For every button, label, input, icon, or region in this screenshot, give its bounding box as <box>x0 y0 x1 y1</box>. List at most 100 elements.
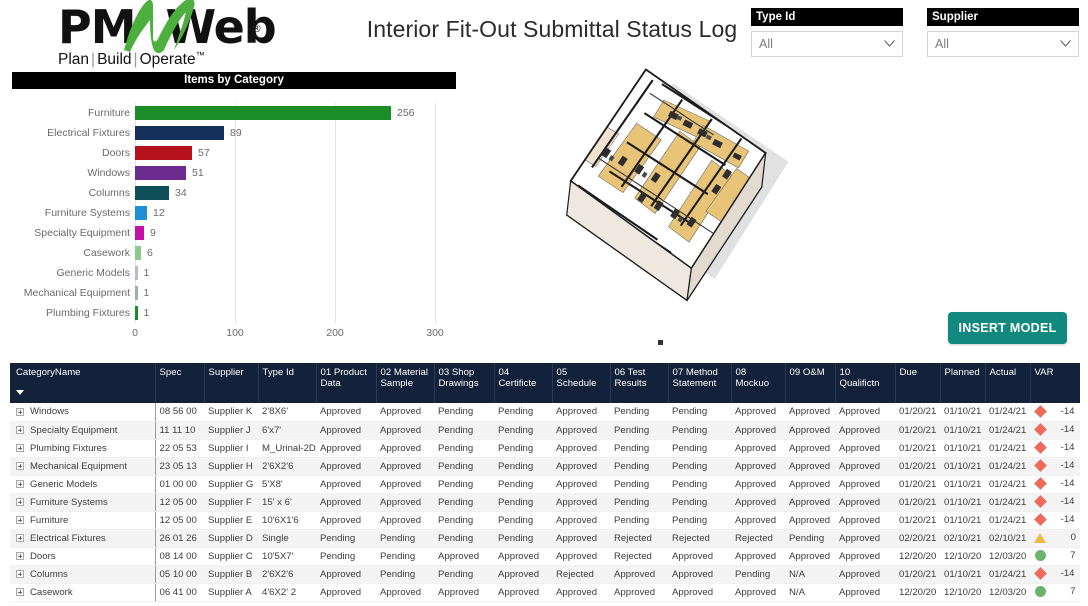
expand-row-icon[interactable] <box>16 497 24 506</box>
table-cell-var-value: 7 <box>1070 586 1076 598</box>
expand-row-icon[interactable] <box>16 461 24 470</box>
expand-row-icon[interactable] <box>16 443 24 452</box>
chart-bar[interactable] <box>135 106 391 120</box>
table-cell-due: 01/20/21 <box>895 493 940 512</box>
table-row[interactable]: Doors 08 14 00 Supplier C 10'5X7' Pending Pen… <box>10 547 1080 566</box>
chart-bar-row[interactable]: Generic Models 1 <box>56 263 435 283</box>
chart-bar[interactable] <box>135 186 169 200</box>
table-cell-c05: Approved <box>552 475 610 494</box>
table-column-header[interactable]: 02 Material Sample <box>376 363 435 403</box>
expand-row-icon[interactable] <box>16 515 24 524</box>
table-cell-c08: Approved <box>731 421 785 440</box>
chart-bar[interactable] <box>135 146 192 160</box>
chart-bar-row[interactable]: Furniture Systems 12 <box>45 203 435 223</box>
chart-bar-row[interactable]: Windows 51 <box>87 163 435 183</box>
table-cell-type-id: 2'6X2'6 <box>258 565 316 584</box>
chart-bar[interactable] <box>135 306 138 320</box>
table-cell-c01: Approved <box>316 475 376 494</box>
table-cell-c09: Approved <box>785 439 835 458</box>
table-cell-spec: 23 05 13 <box>155 457 204 476</box>
chart-category-label: Specialty Equipment <box>34 227 130 239</box>
table-row[interactable]: Generic Models 01 00 00 Supplier G 5'X8' App… <box>10 475 1080 494</box>
table-column-header[interactable]: Supplier <box>204 363 259 403</box>
table-column-header[interactable]: 07 Method Statement <box>668 363 732 403</box>
table-column-header[interactable]: 10 Qualifictn <box>835 363 896 403</box>
table-column-header-label: 02 Material Sample <box>380 367 428 389</box>
insert-model-button[interactable]: INSERT MODEL <box>948 312 1067 344</box>
chart-bar-row[interactable]: Plumbing Fixtures 1 <box>46 303 435 323</box>
table-cell-var-value: -14 <box>1060 478 1075 490</box>
chart-bar-row[interactable]: Electrical Fixtures 89 <box>47 123 435 143</box>
table-cell-c05: Approved <box>552 439 610 458</box>
chart-bar[interactable] <box>135 286 138 300</box>
expand-row-icon[interactable] <box>16 407 24 416</box>
expand-row-icon[interactable] <box>16 479 24 488</box>
table-column-header[interactable]: 03 Shop Drawings <box>434 363 495 403</box>
chart-bar-row[interactable]: Casework 6 <box>83 243 435 263</box>
chart-bar[interactable] <box>135 126 224 140</box>
table-row[interactable]: Mechanical Equipment 23 05 13 Supplier H 2'… <box>10 457 1080 476</box>
bim-model-viewer[interactable] <box>500 40 830 360</box>
table-column-header[interactable]: VAR <box>1030 363 1080 403</box>
table-cell-c08: Approved <box>731 493 785 512</box>
table-column-header[interactable]: Type Id <box>258 363 317 403</box>
table-column-header-label: 10 Qualifictn <box>839 367 880 389</box>
table-column-header[interactable]: CategoryName <box>10 363 156 403</box>
table-cell-planned: 01/10/21 <box>940 403 985 422</box>
table-column-header[interactable]: 08 Mockuo <box>731 363 786 403</box>
chart-bar-row[interactable]: Mechanical Equipment 1 <box>24 283 435 303</box>
table-row[interactable]: Windows 08 56 00 Supplier K 2'8X6' Approved A… <box>10 403 1080 422</box>
table-column-header[interactable]: 04 Certificte <box>494 363 553 403</box>
table-column-header[interactable]: 05 Schedule <box>552 363 611 403</box>
chart-bar[interactable] <box>135 206 147 220</box>
chart-gridline <box>435 103 436 323</box>
table-column-header[interactable]: Actual <box>985 363 1031 403</box>
table-column-header-label: 06 Test Results <box>614 367 647 389</box>
table-row[interactable]: Specialty Equipment 11 11 10 Supplier J 6'x… <box>10 421 1080 440</box>
table-column-header[interactable]: 01 Product Data <box>316 363 377 403</box>
table-cell-var-value: -14 <box>1060 406 1075 418</box>
table-cell-c06: Rejected <box>610 547 668 566</box>
table-cell-category-label: Furniture <box>30 514 69 526</box>
submittal-status-table[interactable]: CategoryName Spec Supplier Type Id 01 Produc… <box>10 363 1080 606</box>
chart-bar-row[interactable]: Furniture 256 <box>88 103 435 123</box>
chart-bar-value: 9 <box>150 227 156 239</box>
table-cell-c06: Pending <box>610 421 668 440</box>
expand-row-icon[interactable] <box>16 533 24 542</box>
table-row[interactable]: Plumbing Fixtures 22 05 53 Supplier I M_Uri… <box>10 439 1080 458</box>
slicer-supplier-dropdown[interactable]: All <box>927 31 1079 57</box>
table-cell-category: Casework <box>10 583 156 602</box>
chart-bar[interactable] <box>135 226 144 240</box>
expand-row-icon[interactable] <box>16 569 24 578</box>
table-row[interactable]: Columns 05 10 00 Supplier B 2'6X2'6 Approved… <box>10 565 1080 584</box>
table-column-header[interactable]: Spec <box>155 363 205 403</box>
table-row[interactable]: Furniture 12 05 00 Supplier E 10'6X1'6 Appro… <box>10 511 1080 530</box>
expand-row-icon[interactable] <box>16 551 24 560</box>
chart-bar-row[interactable]: Columns 34 <box>89 183 435 203</box>
table-column-header[interactable]: Planned <box>940 363 986 403</box>
table-cell-c05: Approved <box>552 583 610 602</box>
table-row[interactable]: Casework 06 41 00 Supplier A 4'6X2' 2 Approv… <box>10 583 1080 602</box>
chart-bar-row[interactable]: Specialty Equipment 9 <box>34 223 435 243</box>
table-cell-due: 01/20/21 <box>895 421 940 440</box>
table-row[interactable]: Electrical Fixtures 26 01 26 Supplier D Sin… <box>10 529 1080 548</box>
table-cell-var-value: -14 <box>1060 424 1075 436</box>
table-cell-actual: 01/24/21 <box>985 403 1030 422</box>
expand-row-icon[interactable] <box>16 425 24 434</box>
chart-bar-row[interactable]: Doors 57 <box>102 143 435 163</box>
table-cell-type-id: Single <box>258 529 316 548</box>
table-column-header-label: 04 Certificte <box>498 367 537 389</box>
table-column-header-label: VAR <box>1034 367 1054 378</box>
expand-row-icon[interactable] <box>16 587 24 596</box>
table-cell-c01: Approved <box>316 511 376 530</box>
chart-bar[interactable] <box>135 246 141 260</box>
chart-bar[interactable] <box>135 166 186 180</box>
table-column-header[interactable]: 06 Test Results <box>610 363 669 403</box>
sort-descending-icon[interactable] <box>16 390 24 395</box>
table-row[interactable]: Furniture Systems 12 05 00 Supplier F 15' x… <box>10 493 1080 512</box>
logo-wordmark: PM Web ® <box>58 0 308 53</box>
table-column-header[interactable]: 09 O&M <box>785 363 836 403</box>
table-column-header[interactable]: Due <box>895 363 941 403</box>
table-cell-category-label: Generic Models <box>30 478 98 490</box>
chart-bar[interactable] <box>135 266 138 280</box>
